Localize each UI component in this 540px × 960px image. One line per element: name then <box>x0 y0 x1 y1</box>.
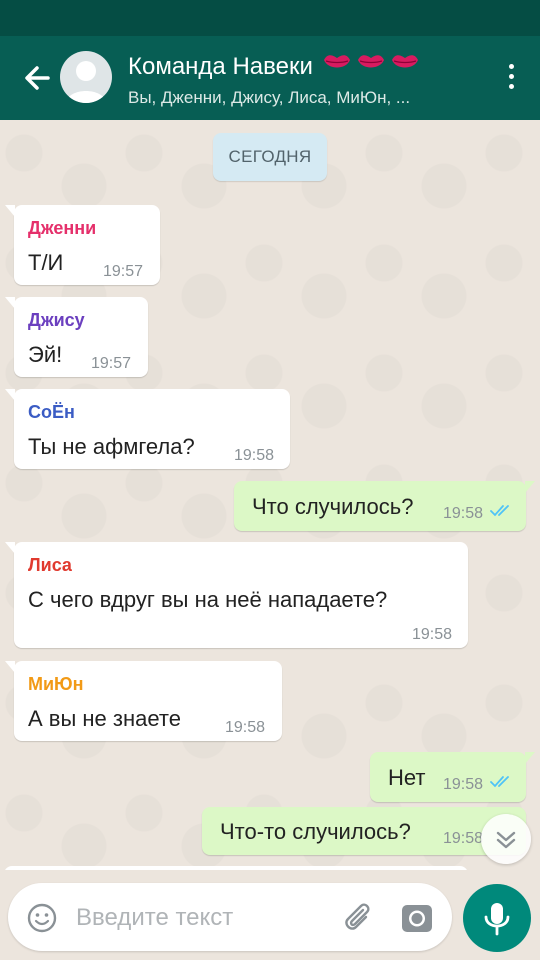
message-time: 19:57 <box>91 355 132 372</box>
camera-icon <box>402 905 432 932</box>
message-text: А вы не знаете <box>28 706 181 731</box>
camera-button[interactable] <box>400 901 434 935</box>
paperclip-icon <box>345 903 370 930</box>
arrow-left-icon <box>25 66 50 90</box>
message-text: Т/И <box>28 250 64 275</box>
emoji-button[interactable] <box>26 902 58 934</box>
microphone-icon <box>484 903 510 936</box>
group-avatar-icon <box>66 61 106 103</box>
message-time: 19:58 <box>443 830 484 847</box>
message-sender: Джису <box>28 310 85 330</box>
message-sender: Дженни <box>28 218 97 238</box>
message-bubble-incoming[interactable]: Дженни Т/И 19:57 <box>5 205 160 285</box>
chat-subtitle[interactable]: Вы, Дженни, Джису, Лиса, МиЮн, ... <box>128 88 464 108</box>
date-divider: СЕГОДНЯ <box>213 133 327 181</box>
message-text: Что случилось? <box>252 494 414 519</box>
chat-header: Команда Навеки Вы, Дженни, Джису, Лиса, … <box>0 36 540 120</box>
message-bubble-incoming[interactable]: СоЁн Ты не афмгела? 19:58 <box>5 389 290 469</box>
read-receipt-icon <box>490 776 509 788</box>
more-vertical-icon <box>506 64 518 89</box>
message-bubble-incoming[interactable] <box>4 866 468 870</box>
scroll-to-bottom-button[interactable] <box>481 814 531 864</box>
message-time: 19:58 <box>225 719 266 736</box>
message-time: 19:57 <box>103 263 144 280</box>
message-bubble-incoming[interactable]: Джису Эй! 19:57 <box>5 297 148 377</box>
message-time: 19:58 <box>234 447 275 464</box>
chat-title-row[interactable]: Команда Навеки <box>128 50 418 81</box>
message-text: Нет <box>388 765 426 790</box>
message-time: 19:58 <box>443 505 484 522</box>
chat-title: Команда Навеки <box>128 53 313 80</box>
message-sender: СоЁн <box>28 402 75 422</box>
message-bubble-incoming[interactable]: МиЮн А вы не знаете 19:58 <box>5 661 282 741</box>
voice-record-button[interactable] <box>463 884 531 952</box>
more-options-button[interactable] <box>506 64 518 94</box>
read-receipt-icon <box>490 505 509 517</box>
message-sender: Лиса <box>28 555 72 575</box>
message-bubble-outgoing[interactable]: Нет 19:58 <box>370 752 535 802</box>
attach-button[interactable] <box>340 900 376 936</box>
group-avatar[interactable] <box>60 51 112 103</box>
message-bubble-incoming[interactable]: Лиса С чего вдруг вы на неё нападаете? 1… <box>5 542 468 648</box>
emoji-icon <box>27 903 57 933</box>
message-text: Что-то случилось? <box>220 819 411 844</box>
message-input[interactable] <box>74 900 328 936</box>
message-text: Ты не афмгела? <box>28 434 195 459</box>
status-bar <box>0 0 540 36</box>
kiss-lips-icon <box>322 50 418 81</box>
back-button[interactable] <box>18 58 58 98</box>
chat-area[interactable]: СЕГОДНЯ Дженни Т/И 19:57 Джису Эй! 19:57… <box>0 120 540 870</box>
message-bubble-outgoing[interactable]: Что случилось? 19:58 <box>234 481 535 531</box>
message-composer <box>8 883 452 951</box>
message-text: С чего вдруг вы на неё нападаете? <box>28 587 388 612</box>
message-sender: МиЮн <box>28 674 84 694</box>
message-text: Эй! <box>28 342 63 367</box>
message-time: 19:58 <box>443 776 484 793</box>
double-chevron-down-icon <box>496 831 516 849</box>
message-time: 19:58 <box>412 626 453 643</box>
message-bubble-outgoing[interactable]: Что-то случилось? 19:58 <box>202 807 526 855</box>
